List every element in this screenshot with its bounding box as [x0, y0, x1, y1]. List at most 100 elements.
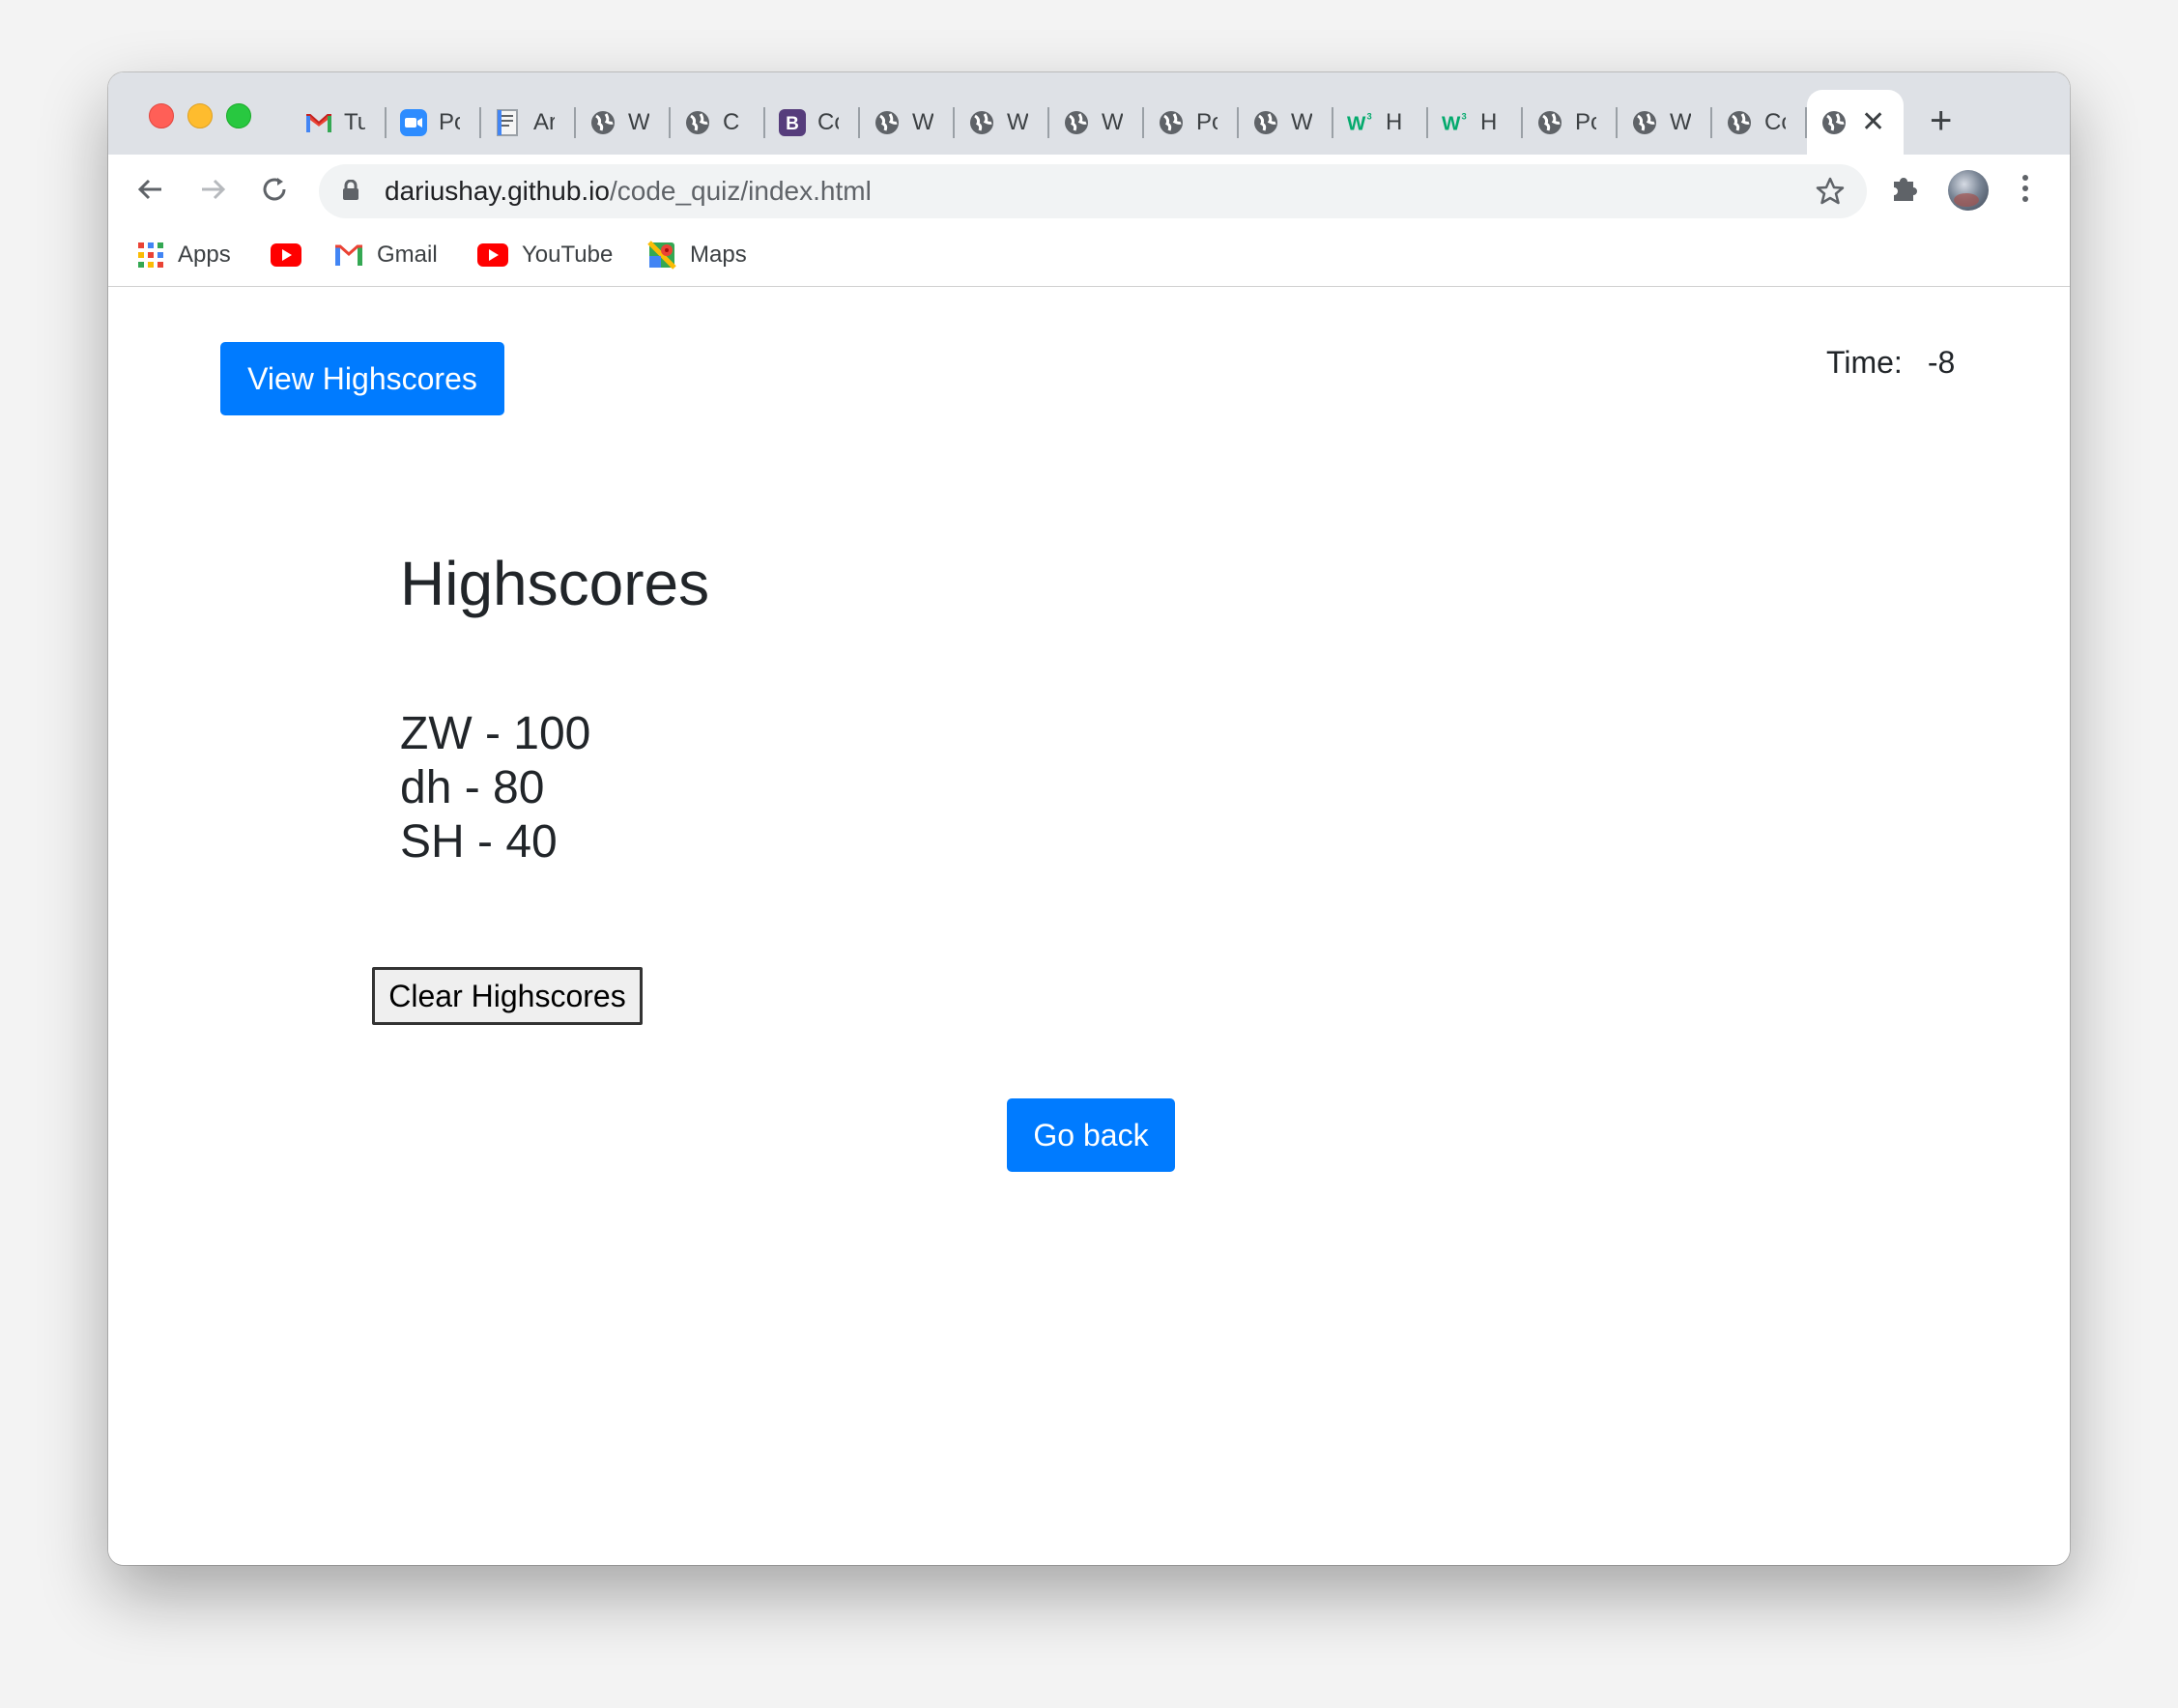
svg-text:W: W	[1442, 112, 1461, 134]
tab-title: Ar	[533, 108, 555, 135]
tab-title: Po	[1196, 108, 1218, 135]
globe-icon	[1726, 109, 1753, 136]
tab-zoom[interactable]: Po	[387, 90, 481, 155]
arrow-left-icon	[137, 179, 161, 200]
close-window-button[interactable]	[149, 103, 174, 128]
globe-icon	[874, 109, 901, 136]
bookmark-label: YouTube	[522, 242, 614, 268]
globe-icon	[589, 109, 616, 136]
youtube-icon	[477, 243, 508, 267]
tab-globe[interactable]: W	[1618, 90, 1712, 155]
browser-window: Tu Po Ar W	[108, 72, 2070, 1565]
tab-title: W	[628, 108, 649, 135]
tab-globe[interactable]: Co	[1712, 90, 1807, 155]
lock-icon	[342, 179, 359, 206]
bookmark-label: Maps	[690, 242, 747, 268]
tab-document[interactable]: Ar	[481, 90, 576, 155]
arrow-right-icon	[202, 179, 226, 200]
gmail-icon	[305, 109, 332, 136]
bookmark-youtube[interactable]: YouTube	[477, 238, 613, 272]
reload-icon	[263, 178, 286, 201]
svg-text:B: B	[786, 114, 799, 134]
globe-icon	[1252, 109, 1279, 136]
tab-title: W	[1007, 108, 1028, 135]
page-content: View Highscores Time: -8 Highscores ZW - …	[108, 287, 2070, 1565]
tab-globe[interactable]: Po	[1144, 90, 1239, 155]
minimize-window-button[interactable]	[187, 103, 213, 128]
tab-list: Tu Po Ar W	[292, 90, 1904, 155]
youtube-icon	[271, 243, 301, 267]
tab-title: Po	[439, 108, 460, 135]
reload-button[interactable]	[255, 170, 294, 209]
bootstrap-icon: B	[779, 108, 806, 136]
tab-active[interactable]: ✕	[1807, 90, 1904, 155]
timer-value: -8	[1927, 345, 1956, 380]
page-title: Highscores	[400, 549, 710, 618]
tab-strip: Tu Po Ar W	[108, 72, 2070, 155]
tab-title: W	[1102, 108, 1123, 135]
apps-grid-icon	[138, 242, 163, 268]
tab-globe[interactable]: Po	[1523, 90, 1618, 155]
tab-title: W	[1291, 108, 1312, 135]
globe-icon	[1820, 109, 1848, 136]
bookmark-gmail[interactable]: Gmail	[334, 238, 438, 272]
document-icon	[495, 108, 522, 136]
bookmark-label: Apps	[178, 242, 231, 268]
tab-title: Po	[1575, 108, 1596, 135]
tab-title: Co	[817, 108, 839, 135]
clear-highscores-button[interactable]: Clear Highscores	[372, 967, 643, 1025]
tab-globe[interactable]: W	[576, 90, 671, 155]
tab-gmail[interactable]: Tu	[292, 90, 387, 155]
tab-globe[interactable]: W	[1239, 90, 1333, 155]
gmail-icon	[335, 244, 362, 266]
w3schools-icon: W3	[1347, 109, 1374, 136]
tab-w3schools[interactable]: W3 H	[1428, 90, 1523, 155]
bookmark-label: Gmail	[377, 242, 438, 268]
close-tab-icon[interactable]: ✕	[1861, 107, 1885, 137]
globe-icon	[1063, 109, 1090, 136]
profile-avatar[interactable]	[1948, 170, 1989, 211]
tab-globe[interactable]: W	[1049, 90, 1144, 155]
tab-globe[interactable]: C	[671, 90, 765, 155]
timer-label: Time:	[1826, 345, 1903, 380]
tab-title: W	[1670, 108, 1691, 135]
url-text: dariushay.github.io/code_quiz/index.html	[385, 176, 872, 207]
url-host: dariushay.github.io	[385, 176, 610, 206]
globe-icon	[1536, 109, 1563, 136]
go-back-button[interactable]: Go back	[1007, 1098, 1175, 1172]
bookmark-apps[interactable]: Apps	[137, 238, 231, 272]
svg-text:W: W	[1347, 112, 1366, 134]
tab-title: Co	[1764, 108, 1786, 135]
tab-w3schools[interactable]: W3 H	[1333, 90, 1428, 155]
new-tab-button[interactable]: +	[1930, 101, 1952, 140]
address-bar[interactable]: dariushay.github.io/code_quiz/index.html	[319, 164, 1867, 218]
svg-text:3: 3	[1462, 111, 1467, 121]
w3schools-icon: W3	[1442, 109, 1469, 136]
timer: Time: -8	[1826, 345, 1955, 381]
svg-text:3: 3	[1367, 111, 1372, 121]
bookmarks-bar: Apps Gmail YouTube Maps	[108, 224, 2070, 287]
extensions-puzzle-icon[interactable]	[1888, 172, 1921, 210]
more-menu-icon[interactable]	[2020, 172, 2031, 210]
tab-globe[interactable]: W	[860, 90, 955, 155]
forward-button[interactable]	[193, 170, 232, 209]
tab-bootstrap[interactable]: B Co	[765, 90, 860, 155]
globe-icon	[1631, 109, 1658, 136]
maximize-window-button[interactable]	[226, 103, 251, 128]
bookmark-maps[interactable]: Maps	[647, 238, 747, 272]
view-highscores-button[interactable]: View Highscores	[220, 342, 504, 415]
bookmark-star-icon[interactable]	[1815, 176, 1846, 212]
tab-title: H	[1480, 108, 1498, 135]
tab-globe[interactable]: W	[955, 90, 1049, 155]
bookmark-youtube-icon-only[interactable]	[271, 238, 301, 272]
tab-title: Tu	[344, 108, 365, 135]
tab-title: C	[723, 108, 740, 135]
tab-title: W	[912, 108, 933, 135]
globe-icon	[684, 109, 711, 136]
tab-title: H	[1386, 108, 1403, 135]
globe-icon	[968, 109, 995, 136]
list-item: dh - 80	[400, 762, 545, 813]
list-item: ZW - 100	[400, 708, 591, 759]
back-button[interactable]	[131, 170, 170, 209]
globe-icon	[1158, 109, 1185, 136]
